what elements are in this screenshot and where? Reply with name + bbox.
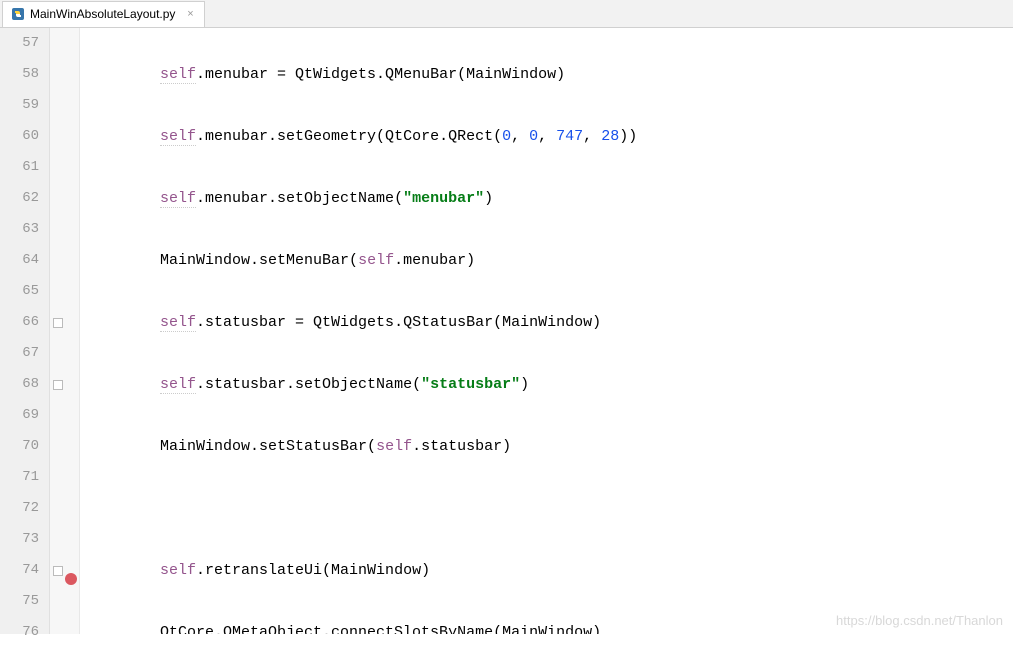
- fold-marker-icon[interactable]: [53, 566, 63, 576]
- self-ref: self: [160, 128, 196, 146]
- gutter-icon-strip: [50, 28, 80, 634]
- line-number: 69: [0, 400, 39, 431]
- line-number: 57: [0, 28, 39, 59]
- tab-bar: MainWinAbsoluteLayout.py ×: [0, 0, 1013, 28]
- self-ref: self: [358, 252, 394, 269]
- error-icon[interactable]: [65, 573, 77, 585]
- line-number: 59: [0, 90, 39, 121]
- line-number: 58: [0, 59, 39, 90]
- line-number: 65: [0, 276, 39, 307]
- line-number: 62: [0, 183, 39, 214]
- line-number: 71: [0, 462, 39, 493]
- line-number: 64: [0, 245, 39, 276]
- number-literal: 0: [529, 128, 538, 145]
- self-ref: self: [160, 66, 196, 84]
- string-literal: "menubar": [403, 190, 484, 207]
- close-icon[interactable]: ×: [184, 8, 196, 20]
- tab-filename: MainWinAbsoluteLayout.py: [30, 7, 175, 21]
- line-number: 66: [0, 307, 39, 338]
- self-ref: self: [376, 438, 412, 455]
- editor-tab[interactable]: MainWinAbsoluteLayout.py ×: [2, 1, 205, 27]
- python-file-icon: [11, 7, 25, 21]
- line-number-gutter: 5758596061626364656667686970717273747576: [0, 28, 50, 634]
- line-number: 61: [0, 152, 39, 183]
- self-ref: self: [160, 562, 196, 579]
- self-ref: self: [160, 376, 196, 394]
- number-literal: 0: [502, 128, 511, 145]
- line-number: 70: [0, 431, 39, 462]
- number-literal: 747: [556, 128, 583, 145]
- line-number: 73: [0, 524, 39, 555]
- line-number: 76: [0, 617, 39, 648]
- number-literal: 28: [601, 128, 619, 145]
- string-literal: "statusbar": [421, 376, 520, 393]
- line-number: 60: [0, 121, 39, 152]
- self-ref: self: [160, 190, 196, 208]
- line-number: 68: [0, 369, 39, 400]
- line-number: 67: [0, 338, 39, 369]
- line-number: 72: [0, 493, 39, 524]
- code-area[interactable]: self.menubar = QtWidgets.QMenuBar(MainWi…: [80, 28, 1013, 634]
- self-ref: self: [160, 314, 196, 332]
- line-number: 74: [0, 555, 39, 586]
- line-number: 75: [0, 586, 39, 617]
- fold-marker-icon[interactable]: [53, 318, 63, 328]
- fold-marker-icon[interactable]: [53, 380, 63, 390]
- line-number: 63: [0, 214, 39, 245]
- editor: 5758596061626364656667686970717273747576…: [0, 28, 1013, 634]
